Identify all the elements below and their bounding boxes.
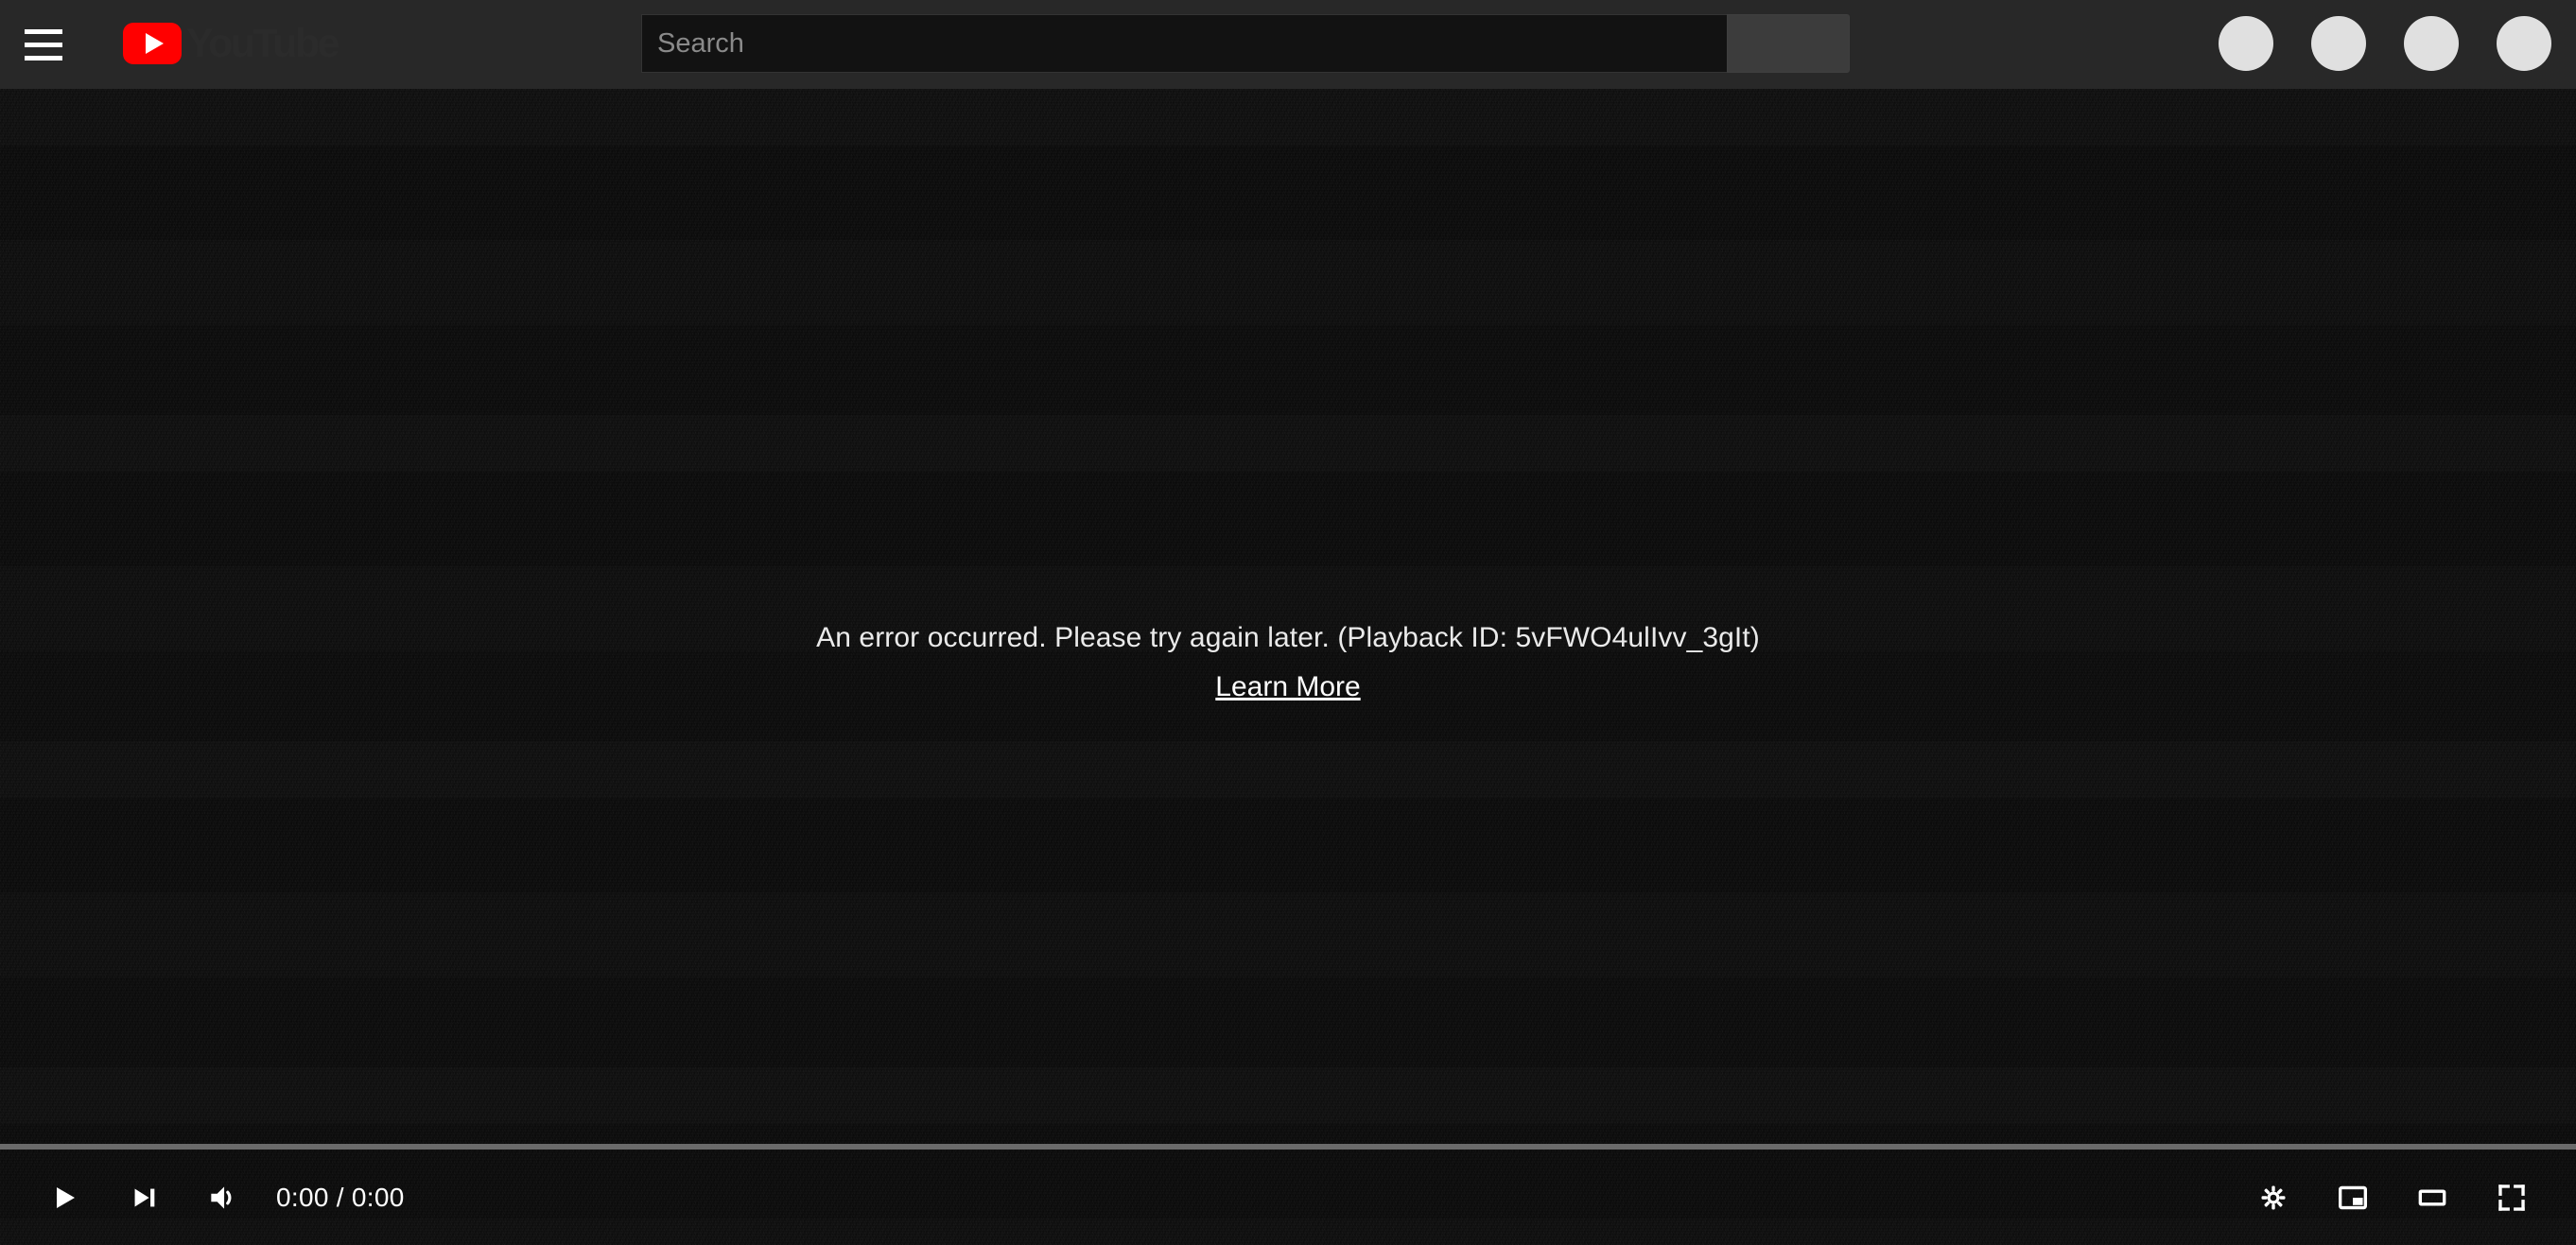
volume-icon[interactable] (183, 1158, 263, 1237)
settings-gear-icon[interactable] (2234, 1158, 2313, 1237)
search-submit-button[interactable] (1727, 14, 1850, 73)
hamburger-bar (25, 28, 62, 34)
hamburger-bar (25, 55, 62, 61)
learn-more-link[interactable]: Learn More (1215, 669, 1360, 705)
youtube-watch-page: YouTube An error occurred. Please try ag… (0, 0, 2576, 1245)
player-error-message: An error occurred. Please try again late… (0, 620, 2576, 705)
search-form (641, 14, 1850, 73)
next-video-button[interactable] (104, 1158, 183, 1237)
header-action-buttons (2219, 16, 2551, 71)
masthead-header: YouTube (0, 0, 2576, 89)
player-controls: 0:00 / 0:00 (0, 1150, 2576, 1245)
youtube-logo[interactable]: YouTube (123, 15, 340, 72)
video-player[interactable]: An error occurred. Please try again late… (0, 89, 2576, 1245)
hamburger-menu-icon[interactable] (25, 26, 62, 63)
youtube-play-badge-icon (123, 23, 182, 64)
error-text: An error occurred. Please try again late… (816, 622, 1760, 653)
header-icon-button-3[interactable] (2404, 16, 2459, 71)
header-icon-button-2[interactable] (2311, 16, 2366, 71)
play-button[interactable] (25, 1158, 104, 1237)
youtube-wordmark: YouTube (186, 21, 340, 66)
avatar[interactable] (2497, 16, 2551, 71)
hamburger-bar (25, 42, 62, 47)
time-display: 0:00 / 0:00 (276, 1182, 405, 1212)
header-icon-button-1[interactable] (2219, 16, 2273, 71)
search-input[interactable] (641, 14, 1727, 73)
miniplayer-icon[interactable] (2313, 1158, 2393, 1237)
play-triangle-icon (146, 33, 164, 54)
player-controls-left: 0:00 / 0:00 (0, 1158, 405, 1237)
player-controls-right (2234, 1158, 2576, 1237)
theater-mode-icon[interactable] (2393, 1158, 2472, 1237)
fullscreen-icon[interactable] (2472, 1158, 2551, 1237)
